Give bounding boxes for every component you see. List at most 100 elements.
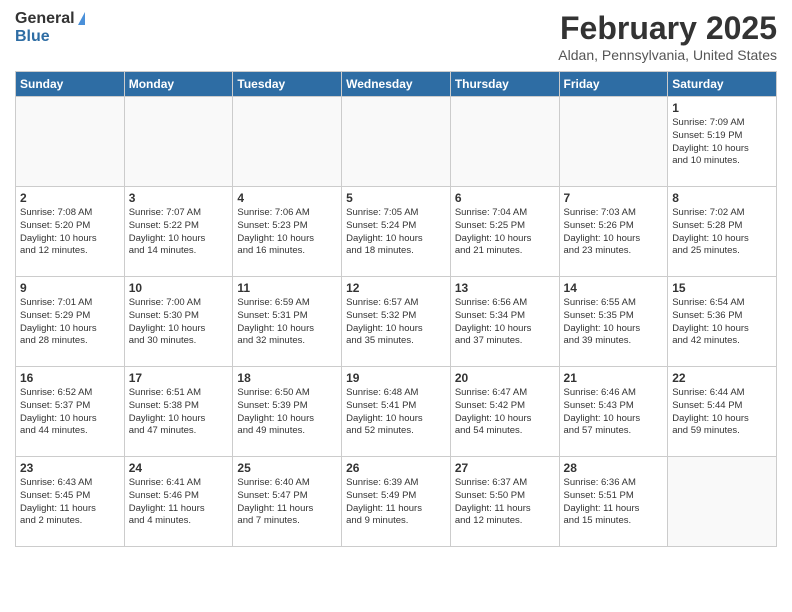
calendar-cell (233, 97, 342, 187)
calendar-cell: 19Sunrise: 6:48 AM Sunset: 5:41 PM Dayli… (342, 367, 451, 457)
weekday-saturday: Saturday (668, 72, 777, 97)
calendar-cell: 22Sunrise: 6:44 AM Sunset: 5:44 PM Dayli… (668, 367, 777, 457)
calendar-cell: 24Sunrise: 6:41 AM Sunset: 5:46 PM Dayli… (124, 457, 233, 547)
day-info: Sunrise: 7:01 AM Sunset: 5:29 PM Dayligh… (20, 297, 120, 348)
day-info: Sunrise: 6:51 AM Sunset: 5:38 PM Dayligh… (129, 387, 229, 438)
day-info: Sunrise: 7:03 AM Sunset: 5:26 PM Dayligh… (564, 207, 664, 258)
day-number: 9 (20, 281, 120, 295)
day-info: Sunrise: 7:07 AM Sunset: 5:22 PM Dayligh… (129, 207, 229, 258)
weekday-thursday: Thursday (450, 72, 559, 97)
day-number: 27 (455, 461, 555, 475)
day-info: Sunrise: 6:37 AM Sunset: 5:50 PM Dayligh… (455, 477, 555, 528)
day-info: Sunrise: 6:44 AM Sunset: 5:44 PM Dayligh… (672, 387, 772, 438)
logo: General Blue (15, 10, 85, 45)
day-number: 15 (672, 281, 772, 295)
calendar-cell (342, 97, 451, 187)
page-title: February 2025 (558, 10, 777, 47)
week-row-3: 9 Sunrise: 7:01 AM Sunset: 5:29 PM Daylig… (16, 277, 777, 367)
day-number: 26 (346, 461, 446, 475)
calendar-cell: 13 Sunrise: 6:56 AM Sunset: 5:34 PM Dayli… (450, 277, 559, 367)
calendar-cell (668, 457, 777, 547)
title-block: February 2025 Aldan, Pennsylvania, Unite… (558, 10, 777, 63)
day-number: 2 (20, 191, 120, 205)
weekday-monday: Monday (124, 72, 233, 97)
day-number: 19 (346, 371, 446, 385)
calendar-cell: 4 Sunrise: 7:06 AM Sunset: 5:23 PM Daylig… (233, 187, 342, 277)
calendar-cell (16, 97, 125, 187)
day-info: Sunrise: 6:43 AM Sunset: 5:45 PM Dayligh… (20, 477, 120, 528)
day-number: 17 (129, 371, 229, 385)
day-number: 4 (237, 191, 337, 205)
calendar-cell: 25Sunrise: 6:40 AM Sunset: 5:47 PM Dayli… (233, 457, 342, 547)
logo-general-text: General (15, 10, 75, 28)
day-number: 5 (346, 191, 446, 205)
calendar-cell: 5 Sunrise: 7:05 AM Sunset: 5:24 PM Daylig… (342, 187, 451, 277)
page: General Blue February 2025 Aldan, Pennsy… (0, 0, 792, 612)
day-number: 23 (20, 461, 120, 475)
calendar-cell: 1 Sunrise: 7:09 AM Sunset: 5:19 PM Daylig… (668, 97, 777, 187)
calendar-cell: 20Sunrise: 6:47 AM Sunset: 5:42 PM Dayli… (450, 367, 559, 457)
calendar-cell: 21Sunrise: 6:46 AM Sunset: 5:43 PM Dayli… (559, 367, 668, 457)
calendar-cell: 6 Sunrise: 7:04 AM Sunset: 5:25 PM Daylig… (450, 187, 559, 277)
day-info: Sunrise: 7:06 AM Sunset: 5:23 PM Dayligh… (237, 207, 337, 258)
day-info: Sunrise: 6:59 AM Sunset: 5:31 PM Dayligh… (237, 297, 337, 348)
day-number: 11 (237, 281, 337, 295)
day-info: Sunrise: 6:55 AM Sunset: 5:35 PM Dayligh… (564, 297, 664, 348)
week-row-4: 16Sunrise: 6:52 AM Sunset: 5:37 PM Dayli… (16, 367, 777, 457)
calendar-cell: 28Sunrise: 6:36 AM Sunset: 5:51 PM Dayli… (559, 457, 668, 547)
calendar-cell: 16Sunrise: 6:52 AM Sunset: 5:37 PM Dayli… (16, 367, 125, 457)
day-number: 8 (672, 191, 772, 205)
day-info: Sunrise: 7:02 AM Sunset: 5:28 PM Dayligh… (672, 207, 772, 258)
day-info: Sunrise: 6:57 AM Sunset: 5:32 PM Dayligh… (346, 297, 446, 348)
calendar-cell: 11 Sunrise: 6:59 AM Sunset: 5:31 PM Dayli… (233, 277, 342, 367)
page-subtitle: Aldan, Pennsylvania, United States (558, 47, 777, 63)
day-info: Sunrise: 6:39 AM Sunset: 5:49 PM Dayligh… (346, 477, 446, 528)
weekday-header-row: SundayMondayTuesdayWednesdayThursdayFrid… (16, 72, 777, 97)
calendar-cell: 14 Sunrise: 6:55 AM Sunset: 5:35 PM Dayli… (559, 277, 668, 367)
day-number: 18 (237, 371, 337, 385)
calendar-cell (450, 97, 559, 187)
day-number: 6 (455, 191, 555, 205)
day-number: 28 (564, 461, 664, 475)
calendar-cell: 27 Sunrise: 6:37 AM Sunset: 5:50 PM Dayli… (450, 457, 559, 547)
weekday-tuesday: Tuesday (233, 72, 342, 97)
day-info: Sunrise: 7:05 AM Sunset: 5:24 PM Dayligh… (346, 207, 446, 258)
day-number: 20 (455, 371, 555, 385)
week-row-1: 1 Sunrise: 7:09 AM Sunset: 5:19 PM Daylig… (16, 97, 777, 187)
calendar: SundayMondayTuesdayWednesdayThursdayFrid… (15, 71, 777, 547)
day-number: 10 (129, 281, 229, 295)
weekday-wednesday: Wednesday (342, 72, 451, 97)
header: General Blue February 2025 Aldan, Pennsy… (15, 10, 777, 63)
day-info: Sunrise: 6:41 AM Sunset: 5:46 PM Dayligh… (129, 477, 229, 528)
weekday-friday: Friday (559, 72, 668, 97)
calendar-cell: 9 Sunrise: 7:01 AM Sunset: 5:29 PM Daylig… (16, 277, 125, 367)
calendar-cell: 2 Sunrise: 7:08 AM Sunset: 5:20 PM Daylig… (16, 187, 125, 277)
day-number: 14 (564, 281, 664, 295)
day-info: Sunrise: 7:09 AM Sunset: 5:19 PM Dayligh… (672, 117, 772, 168)
week-row-5: 23 Sunrise: 6:43 AM Sunset: 5:45 PM Dayli… (16, 457, 777, 547)
day-number: 1 (672, 101, 772, 115)
calendar-cell: 23 Sunrise: 6:43 AM Sunset: 5:45 PM Dayli… (16, 457, 125, 547)
calendar-cell: 17 Sunrise: 6:51 AM Sunset: 5:38 PM Dayli… (124, 367, 233, 457)
calendar-cell (559, 97, 668, 187)
day-info: Sunrise: 6:54 AM Sunset: 5:36 PM Dayligh… (672, 297, 772, 348)
calendar-cell: 26 Sunrise: 6:39 AM Sunset: 5:49 PM Dayli… (342, 457, 451, 547)
logo-triangle-icon (78, 12, 85, 25)
day-number: 16 (20, 371, 120, 385)
day-info: Sunrise: 7:04 AM Sunset: 5:25 PM Dayligh… (455, 207, 555, 258)
day-info: Sunrise: 7:08 AM Sunset: 5:20 PM Dayligh… (20, 207, 120, 258)
calendar-cell: 18Sunrise: 6:50 AM Sunset: 5:39 PM Dayli… (233, 367, 342, 457)
day-number: 21 (564, 371, 664, 385)
day-number: 12 (346, 281, 446, 295)
day-info: Sunrise: 6:56 AM Sunset: 5:34 PM Dayligh… (455, 297, 555, 348)
calendar-cell (124, 97, 233, 187)
day-info: Sunrise: 6:40 AM Sunset: 5:47 PM Dayligh… (237, 477, 337, 528)
calendar-cell: 12 Sunrise: 6:57 AM Sunset: 5:32 PM Dayli… (342, 277, 451, 367)
calendar-cell: 8 Sunrise: 7:02 AM Sunset: 5:28 PM Daylig… (668, 187, 777, 277)
day-number: 13 (455, 281, 555, 295)
calendar-cell: 10Sunrise: 7:00 AM Sunset: 5:30 PM Dayli… (124, 277, 233, 367)
logo-blue-text: Blue (15, 28, 50, 46)
calendar-cell: 3Sunrise: 7:07 AM Sunset: 5:22 PM Daylig… (124, 187, 233, 277)
weekday-sunday: Sunday (16, 72, 125, 97)
week-row-2: 2 Sunrise: 7:08 AM Sunset: 5:20 PM Daylig… (16, 187, 777, 277)
